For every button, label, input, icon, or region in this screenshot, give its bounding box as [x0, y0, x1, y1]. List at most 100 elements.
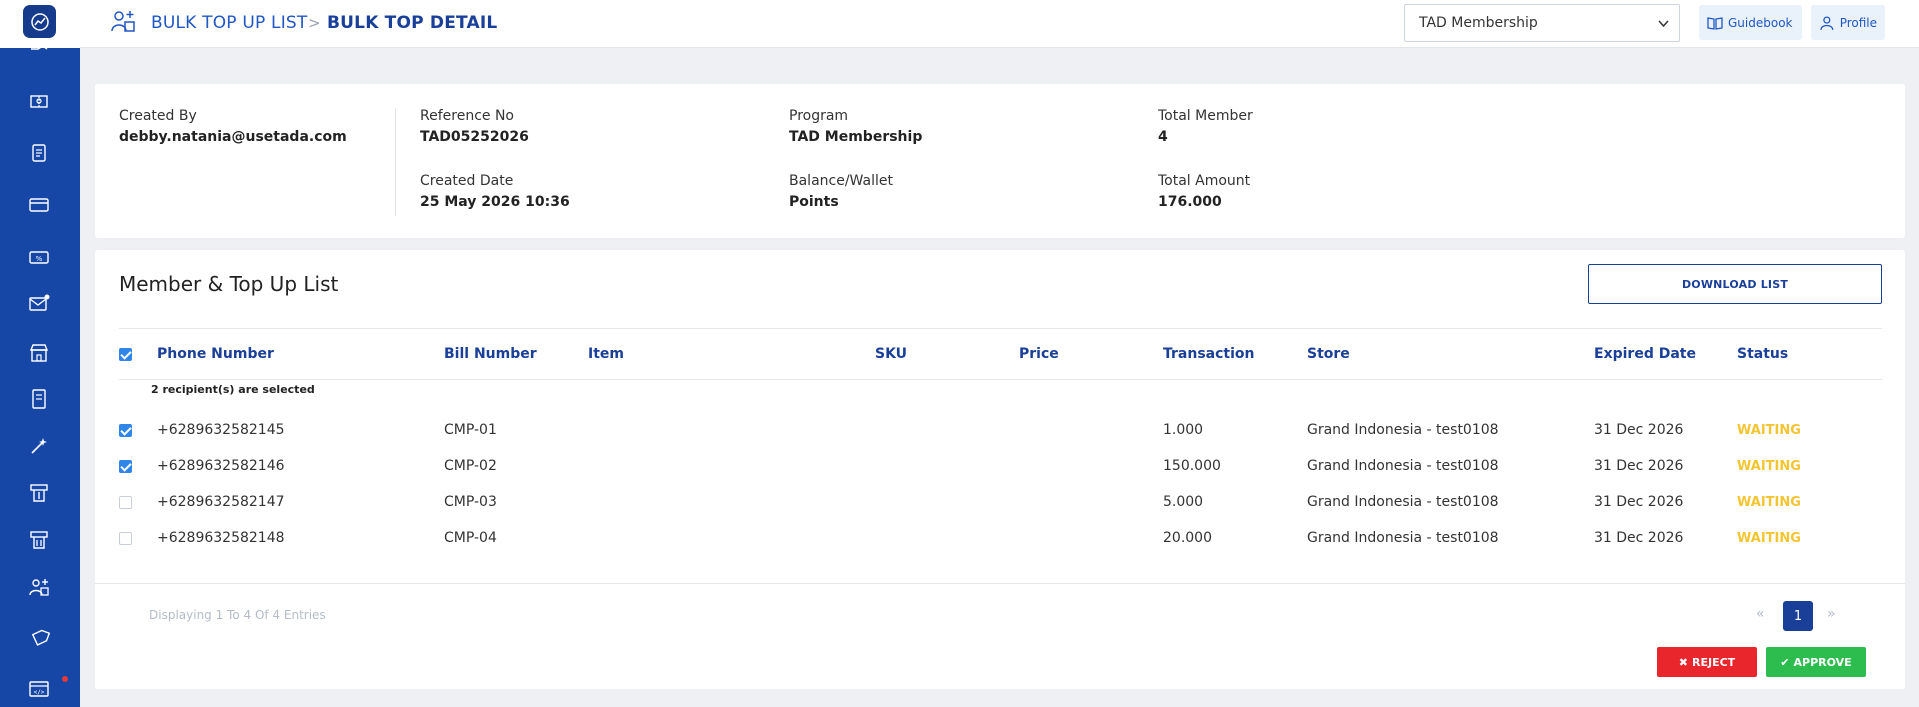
close-icon: ✖ — [1678, 655, 1689, 669]
bulk-user-icon[interactable] — [26, 574, 52, 600]
created-date-value: 25 May 2026 10:36 — [420, 194, 570, 210]
notification-dot — [62, 676, 68, 682]
cell-store: Grand Indonesia - test0108 — [1307, 422, 1499, 438]
cell-bill: CMP-01 — [444, 422, 497, 438]
balance-label: Balance/Wallet — [789, 173, 893, 189]
sidebar: % </> — [0, 0, 80, 707]
created-by-value: debby.natania@usetada.com — [119, 129, 347, 145]
cell-phone: +6289632582147 — [157, 494, 285, 510]
cell-transaction: 20.000 — [1163, 530, 1212, 546]
table-row[interactable]: +6289632582148 CMP-04 20.000 Grand Indon… — [95, 520, 1905, 556]
book-icon — [1707, 16, 1723, 30]
pager-prev-button[interactable]: « — [1756, 606, 1765, 622]
hand-icon[interactable] — [26, 43, 52, 69]
column-sku[interactable]: SKU — [875, 346, 907, 362]
reference-value: TAD05252026 — [420, 129, 529, 145]
cell-transaction: 150.000 — [1163, 458, 1221, 474]
cell-expired: 31 Dec 2026 — [1594, 422, 1684, 438]
column-expired-date[interactable]: Expired Date — [1594, 346, 1696, 362]
column-price[interactable]: Price — [1019, 346, 1059, 362]
download-list-button[interactable]: DOWNLOAD LIST — [1588, 264, 1882, 304]
table-row[interactable]: +6289632582145 CMP-01 1.000 Grand Indone… — [95, 412, 1905, 448]
select-all-checkbox[interactable] — [119, 348, 132, 361]
row-checkbox[interactable] — [119, 460, 132, 473]
status-badge: WAITING — [1737, 495, 1801, 510]
divider — [95, 583, 1905, 584]
approve-button[interactable]: ✔ APPROVE — [1766, 647, 1866, 677]
reject-button[interactable]: ✖ REJECT — [1657, 647, 1757, 677]
profile-label: Profile — [1839, 15, 1877, 30]
cell-expired: 31 Dec 2026 — [1594, 530, 1684, 546]
receipt-icon[interactable] — [26, 386, 52, 412]
profile-button[interactable]: Profile — [1811, 5, 1885, 40]
info-divider — [395, 108, 396, 216]
cell-expired: 31 Dec 2026 — [1594, 494, 1684, 510]
total-amount-label: Total Amount — [1158, 173, 1251, 189]
row-checkbox[interactable] — [119, 532, 132, 545]
balance-value: Points — [789, 194, 839, 210]
sidebar-logo-area — [0, 0, 80, 48]
topup-icon[interactable] — [26, 480, 52, 506]
status-badge: WAITING — [1737, 459, 1801, 474]
voucher-icon[interactable]: % — [26, 244, 52, 270]
guidebook-button[interactable]: Guidebook — [1699, 5, 1802, 40]
ticket-icon[interactable] — [26, 88, 52, 114]
cell-bill: CMP-03 — [444, 494, 497, 510]
bulk-user-icon — [110, 9, 138, 35]
selected-recipients-note: 2 recipient(s) are selected — [151, 383, 315, 396]
svg-text:</>: </> — [34, 689, 45, 696]
status-badge: WAITING — [1737, 423, 1801, 438]
bulk-info-card: Created By debby.natania@usetada.com Ref… — [95, 84, 1905, 238]
app-logo-icon[interactable] — [23, 5, 56, 38]
row-checkbox[interactable] — [119, 496, 132, 509]
reject-label: REJECT — [1692, 655, 1736, 669]
store-icon[interactable] — [26, 340, 52, 366]
column-status[interactable]: Status — [1737, 346, 1788, 362]
cell-phone: +6289632582148 — [157, 530, 285, 546]
reference-label: Reference No — [420, 108, 514, 124]
tag-icon[interactable] — [26, 625, 52, 651]
row-checkbox[interactable] — [119, 424, 132, 437]
mail-icon[interactable] — [26, 290, 52, 316]
column-store[interactable]: Store — [1307, 346, 1350, 362]
total-amount-value: 176.000 — [1158, 194, 1222, 210]
pager-next-button[interactable]: » — [1827, 606, 1836, 622]
created-by-label: Created By — [119, 108, 197, 124]
top-header: BULK TOP UP LIST > BULK TOP DETAIL TAD M… — [80, 0, 1919, 48]
column-bill-number[interactable]: Bill Number — [444, 346, 537, 362]
cell-store: Grand Indonesia - test0108 — [1307, 494, 1499, 510]
topup-alt-icon[interactable] — [26, 527, 52, 553]
column-transaction[interactable]: Transaction — [1163, 346, 1255, 362]
code-window-icon[interactable]: </> — [26, 676, 52, 702]
total-member-value: 4 — [1158, 129, 1168, 145]
svg-text:%: % — [36, 255, 43, 263]
total-member-label: Total Member — [1158, 108, 1253, 124]
program-label: Program — [789, 108, 849, 124]
cell-store: Grand Indonesia - test0108 — [1307, 458, 1499, 474]
table-row[interactable]: +6289632582147 CMP-03 5.000 Grand Indone… — [95, 484, 1905, 520]
approve-label: APPROVE — [1793, 655, 1852, 669]
magic-wand-icon[interactable] — [26, 433, 52, 459]
table-row[interactable]: +6289632582146 CMP-02 150.000 Grand Indo… — [95, 448, 1905, 484]
cell-store: Grand Indonesia - test0108 — [1307, 530, 1499, 546]
column-phone-number[interactable]: Phone Number — [157, 346, 274, 362]
program-select-value: TAD Membership — [1419, 15, 1538, 31]
guidebook-label: Guidebook — [1728, 15, 1793, 30]
program-select[interactable]: TAD Membership — [1404, 4, 1680, 42]
cell-bill: CMP-02 — [444, 458, 497, 474]
pagination-summary: Displaying 1 To 4 Of 4 Entries — [149, 608, 326, 622]
status-badge: WAITING — [1737, 531, 1801, 546]
document-icon[interactable] — [26, 140, 52, 166]
cell-bill: CMP-04 — [444, 530, 497, 546]
check-icon: ✔ — [1780, 655, 1790, 669]
divider — [119, 328, 1882, 329]
cell-transaction: 1.000 — [1163, 422, 1204, 438]
card-icon[interactable] — [26, 192, 52, 218]
breadcrumb-bulk-top-up-list[interactable]: BULK TOP UP LIST — [151, 13, 308, 33]
column-item[interactable]: Item — [588, 346, 624, 362]
breadcrumb-separator: > — [308, 14, 321, 32]
created-date-label: Created Date — [420, 173, 514, 189]
cell-expired: 31 Dec 2026 — [1594, 458, 1684, 474]
pager-page-1[interactable]: 1 — [1783, 601, 1813, 631]
cell-transaction: 5.000 — [1163, 494, 1204, 510]
